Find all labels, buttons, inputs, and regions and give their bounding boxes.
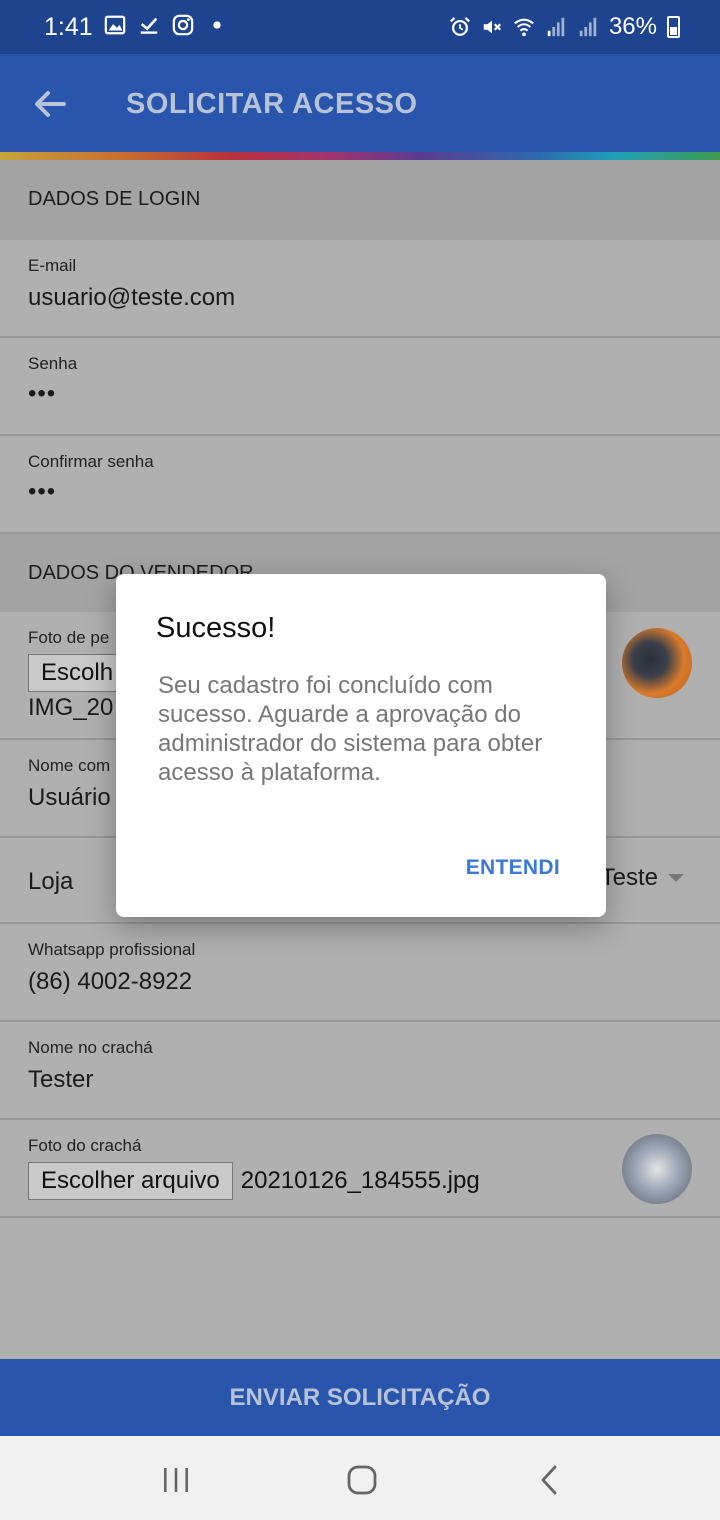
badge-photo-field[interactable]: Foto do crachá Escolher arquivo 20210126… [0, 1120, 720, 1218]
dialog-title: Sucesso! [156, 612, 276, 644]
instagram-icon [172, 14, 194, 36]
password-field[interactable]: Senha ••• [0, 338, 720, 436]
accent-stripe [0, 152, 720, 160]
store-label: Loja [28, 868, 74, 895]
arrow-left-icon[interactable] [30, 84, 70, 124]
home-icon[interactable] [346, 1464, 378, 1496]
whatsapp-label: Whatsapp profissional [28, 940, 196, 959]
download-done-icon [140, 17, 158, 34]
password-value[interactable]: ••• [28, 380, 692, 408]
gallery-icon [104, 15, 126, 35]
badge-name-value[interactable]: Tester [28, 1066, 692, 1094]
whatsapp-field[interactable]: Whatsapp profissional (86) 4002-8922 [0, 924, 720, 1022]
email-field[interactable]: E-mail usuario@teste.com [0, 240, 720, 338]
email-label: E-mail [28, 256, 77, 275]
battery-percent: 36% [608, 13, 657, 40]
email-value[interactable]: usuario@teste.com [28, 284, 692, 312]
whatsapp-value[interactable]: (86) 4002-8922 [28, 968, 692, 996]
dot-icon [213, 21, 221, 29]
store-value[interactable]: Teste [601, 864, 658, 892]
confirm-password-label: Confirmar senha [28, 452, 154, 471]
dropdown-caret-icon[interactable] [668, 874, 684, 882]
confirm-password-field[interactable]: Confirmar senha ••• [0, 436, 720, 534]
badge-photo-label: Foto do crachá [28, 1136, 142, 1155]
status-time: 1:41 [44, 13, 93, 41]
dialog-message: Seu cadastro foi concluído com sucesso. … [158, 672, 543, 786]
app-bar: SOLICITAR ACESSO [0, 54, 720, 152]
back-nav-icon[interactable] [534, 1464, 566, 1496]
section-header-login: DADOS DE LOGIN [0, 160, 720, 240]
badge-name-field[interactable]: Nome no crachá Tester [0, 1022, 720, 1120]
password-label: Senha [28, 354, 78, 373]
submit-request-button[interactable]: ENVIAR SOLICITAÇÃO [0, 1359, 720, 1436]
signal-icon [547, 17, 565, 37]
badge-name-label: Nome no crachá [28, 1038, 153, 1057]
dialog-ok-button[interactable]: ENTENDI [466, 856, 560, 880]
wifi-icon [514, 18, 534, 37]
system-nav-bar [0, 1436, 720, 1520]
choose-badge-photo-button[interactable]: Escolher arquivo [28, 1162, 233, 1200]
battery-icon [667, 16, 680, 38]
badge-photo-filename: 20210126_184555.jpg [240, 1167, 480, 1194]
alarm-icon [450, 17, 470, 36]
status-bar: 1:41 36% [0, 0, 720, 54]
page-title: SOLICITAR ACESSO [126, 88, 418, 120]
badge-photo-thumbnail [622, 1134, 692, 1204]
signal-icon [579, 17, 597, 37]
profile-photo-thumbnail [622, 628, 692, 698]
mute-icon [483, 20, 501, 34]
success-dialog: Sucesso! Seu cadastro foi concluído com … [116, 574, 606, 917]
choose-profile-photo-button[interactable]: Escolh [28, 654, 127, 692]
recent-apps-icon[interactable] [160, 1464, 192, 1496]
confirm-password-value[interactable]: ••• [28, 478, 692, 506]
